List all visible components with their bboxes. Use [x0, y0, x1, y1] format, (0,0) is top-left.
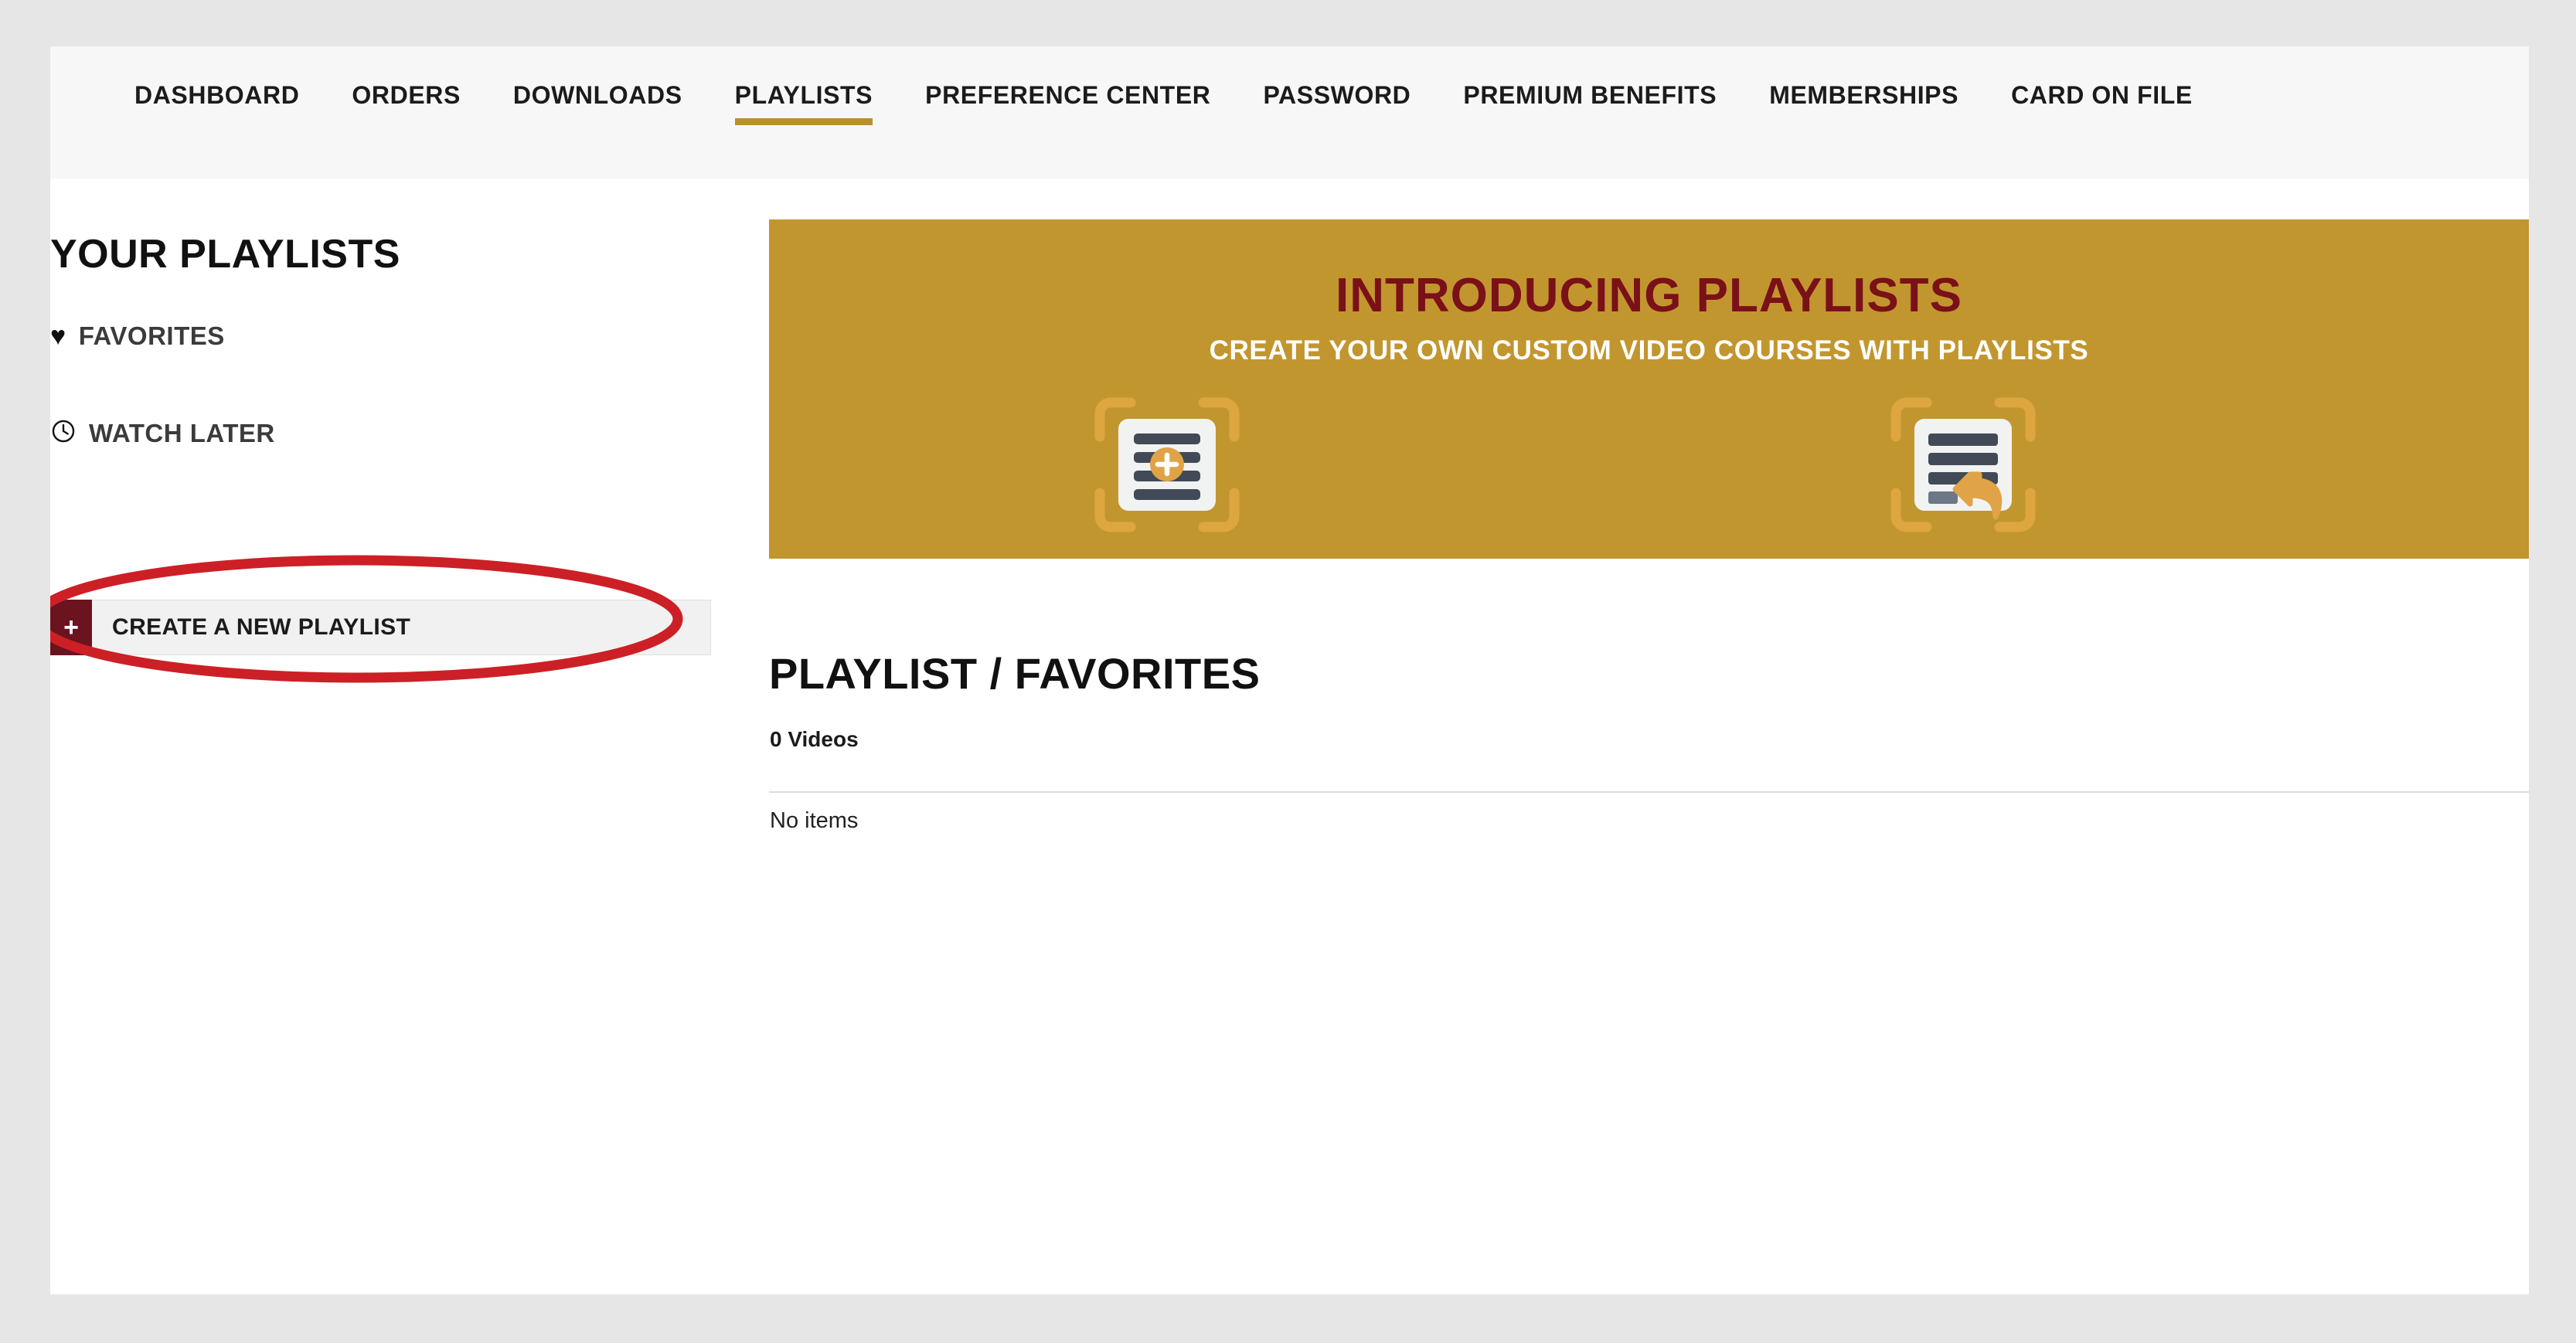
sidebar-heading: YOUR PLAYLISTS — [50, 232, 400, 277]
heart-icon: ♥ — [50, 321, 66, 351]
create-new-playlist-button[interactable]: + CREATE A NEW PLAYLIST — [50, 600, 711, 655]
playlist-sidebar: YOUR PLAYLISTS ♥ FAVORITES WATCH LATER +… — [50, 178, 769, 1294]
sidebar-item-favorites-label: FAVORITES — [78, 321, 225, 350]
nav-tab-premium-benefits[interactable]: PREMIUM BENEFITS — [1437, 46, 1743, 110]
nav-tab-memberships[interactable]: MEMBERSHIPS — [1743, 46, 1985, 110]
promo-banner: INTRODUCING PLAYLISTS CREATE YOUR OWN CU… — [769, 219, 2529, 559]
plus-icon: + — [50, 600, 92, 655]
account-page-card: DASHBOARD ORDERS DOWNLOADS PLAYLISTS PRE… — [50, 46, 2529, 1294]
playlist-divider — [769, 791, 2529, 793]
playlist-add-icon — [1078, 393, 1256, 536]
playlists-content: YOUR PLAYLISTS ♥ FAVORITES WATCH LATER +… — [50, 178, 2529, 1294]
playlist-move-icon — [1874, 393, 2052, 536]
create-new-playlist-label: CREATE A NEW PLAYLIST — [92, 600, 711, 655]
clock-icon — [50, 418, 77, 449]
playlist-video-count: 0 Videos — [770, 727, 859, 751]
playlist-main-column: INTRODUCING PLAYLISTS CREATE YOUR OWN CU… — [769, 178, 2529, 1294]
playlist-empty-message: No items — [770, 808, 859, 833]
screenshot-stage: DASHBOARD ORDERS DOWNLOADS PLAYLISTS PRE… — [0, 0, 2576, 1343]
nav-tab-playlists[interactable]: PLAYLISTS — [709, 46, 899, 125]
account-nav: DASHBOARD ORDERS DOWNLOADS PLAYLISTS PRE… — [50, 46, 2529, 178]
promo-banner-title: INTRODUCING PLAYLISTS — [1336, 269, 1962, 322]
nav-tab-preference-center[interactable]: PREFERENCE CENTER — [899, 46, 1237, 110]
sidebar-item-favorites[interactable]: ♥ FAVORITES — [50, 321, 225, 351]
playlist-detail-title: PLAYLIST / FAVORITES — [769, 649, 1261, 698]
promo-banner-subtitle: CREATE YOUR OWN CUSTOM VIDEO COURSES WIT… — [1209, 335, 2089, 366]
nav-tab-orders[interactable]: ORDERS — [325, 46, 487, 110]
sidebar-item-watch-later[interactable]: WATCH LATER — [50, 418, 275, 449]
promo-feature-add-videos: Add Videos to a Specific Playlist — [1747, 393, 2180, 559]
nav-tab-downloads[interactable]: DOWNLOADS — [487, 46, 709, 110]
nav-tab-password[interactable]: PASSWORD — [1237, 46, 1437, 110]
promo-feature-create-playlists: Create Your Own Custom Playlists — [951, 393, 1383, 559]
nav-tab-dashboard[interactable]: DASHBOARD — [108, 46, 325, 110]
sidebar-item-watch-later-label: WATCH LATER — [89, 419, 275, 447]
nav-tab-card-on-file[interactable]: CARD ON FILE — [1985, 46, 2219, 110]
